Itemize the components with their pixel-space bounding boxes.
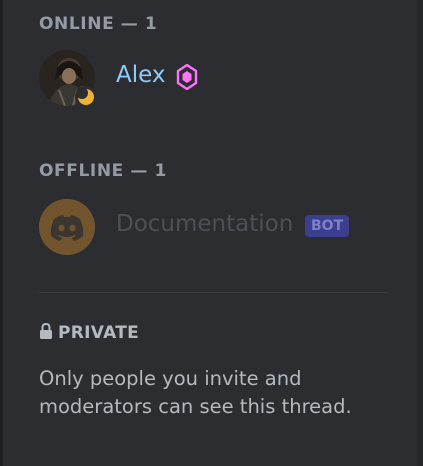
private-thread-description: Only people you invite and moderators ca… (39, 367, 352, 418)
private-label: PRIVATE (58, 323, 140, 343)
panel-left-border (0, 0, 3, 466)
server-boost-icon[interactable] (176, 64, 198, 90)
bot-avatar[interactable] (39, 199, 95, 255)
member-item-alex[interactable]: Alex (39, 50, 379, 108)
member-name: Alex (116, 62, 166, 88)
member-name: Documentation (116, 211, 294, 237)
idle-status-indicator (75, 86, 97, 108)
member-item-documentation[interactable]: Documentation BOT (39, 199, 379, 255)
lock-icon (40, 323, 52, 339)
idle-moon-icon (76, 87, 94, 105)
section-divider (39, 292, 388, 293)
panel-scrollbar-track[interactable] (417, 0, 423, 466)
online-section-header: ONLINE — 1 (39, 14, 158, 34)
offline-section-header: OFFLINE — 1 (39, 161, 167, 181)
member-list-panel: ONLINE — 1 Alex OFFLINE — 1 Documentatio… (0, 0, 423, 466)
private-thread-header: PRIVATE (39, 323, 139, 343)
bot-tag-badge: BOT (305, 215, 350, 237)
discord-logo-avatar-icon (39, 199, 95, 255)
